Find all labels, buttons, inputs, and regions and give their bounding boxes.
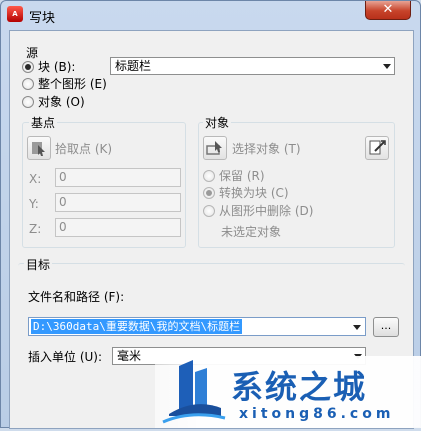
file-path-input[interactable]: D:\360data\重要数据\我的文档\标题栏 (28, 317, 366, 336)
radio-delete-from-drawing-label: 从图形中删除 (D) (219, 204, 314, 218)
watermark-name: 系统之城 (231, 368, 368, 406)
base-point-group: 基点 拾取点 (K) X: 0 Y: 0 Z: 0 (22, 114, 186, 248)
radio-convert-to-block-indicator[interactable] (203, 186, 215, 199)
block-name-select[interactable]: 标题栏 (110, 57, 395, 75)
base-point-legend: 基点 (29, 114, 58, 131)
quick-select-icon (369, 140, 386, 155)
insert-units-value: 毫米 (117, 349, 142, 363)
quick-select-button[interactable] (365, 136, 389, 160)
z-field[interactable]: 0 (55, 218, 181, 237)
path-label: 文件名和路径 (F): (28, 290, 125, 304)
pick-point-button[interactable] (27, 136, 51, 160)
target-legend: 目标 (24, 256, 53, 273)
radio-delete-from-drawing[interactable]: 从图形中删除 (D) (203, 203, 313, 218)
x-field[interactable]: 0 (55, 168, 181, 187)
z-label: Z: (29, 222, 42, 236)
close-button[interactable]: ✕ (365, 1, 411, 20)
file-path-value: D:\360data\重要数据\我的文档\标题栏 (31, 319, 243, 334)
radio-retain-indicator[interactable] (203, 169, 215, 182)
autocad-app-icon: A (7, 6, 23, 22)
objects-group: 对象 选择对象 (T) 保留 (R) 转换为块 (C) 从图形中删除 (D) 未… (198, 114, 395, 248)
browse-button[interactable]: ... (373, 317, 399, 337)
radio-block-label: 块 (B): (38, 60, 76, 74)
select-objects-icon (206, 141, 222, 155)
select-objects-button[interactable] (203, 136, 227, 160)
y-field[interactable]: 0 (55, 193, 181, 212)
radio-convert-to-block-label: 转换为块 (C) (219, 186, 289, 200)
radio-objects-indicator[interactable] (22, 95, 34, 108)
site-watermark: 系统之城 xitong86.com (155, 356, 421, 428)
select-objects-label: 选择对象 (T) (232, 142, 301, 156)
pick-point-icon (32, 142, 45, 156)
radio-retain-label: 保留 (R) (219, 169, 265, 183)
chevron-down-icon[interactable] (353, 325, 361, 330)
radio-block-indicator[interactable] (22, 60, 34, 73)
source-group: 源 块 (B): 整个图形 (E) 对象 (O) 标题栏 (18, 43, 403, 111)
radio-entire-drawing-label: 整个图形 (E) (38, 77, 107, 91)
window-title: 写块 (29, 11, 56, 26)
radio-entire-drawing-indicator[interactable] (22, 77, 34, 90)
objects-legend: 对象 (203, 114, 232, 131)
radio-objects-label: 对象 (O) (38, 95, 85, 109)
chevron-down-icon[interactable] (383, 64, 391, 69)
radio-entire-drawing[interactable]: 整个图形 (E) (22, 76, 107, 91)
radio-block[interactable]: 块 (B): (22, 59, 75, 74)
radio-delete-from-drawing-indicator[interactable] (203, 204, 215, 217)
radio-convert-to-block[interactable]: 转换为块 (C) (203, 185, 289, 200)
watermark-url: xitong86.com (239, 406, 395, 422)
y-label: Y: (29, 197, 39, 211)
block-name-value: 标题栏 (115, 59, 152, 73)
x-label: X: (29, 172, 42, 186)
radio-retain[interactable]: 保留 (R) (203, 168, 265, 183)
objects-status-text: 未选定对象 (221, 225, 282, 239)
pick-point-label: 拾取点 (K) (55, 142, 113, 156)
radio-objects[interactable]: 对象 (O) (22, 94, 85, 109)
units-label: 插入单位 (U): (28, 350, 103, 364)
title-bar[interactable]: A 写块 ✕ (1, 1, 420, 29)
